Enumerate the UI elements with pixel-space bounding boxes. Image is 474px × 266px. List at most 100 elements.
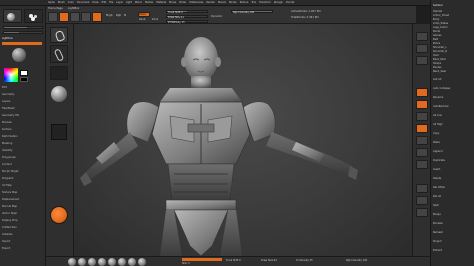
subtool-item[interactable]: Shoulder_R <box>433 50 473 53</box>
subtool-item[interactable]: Legs_Armor <box>433 26 473 29</box>
tab-home[interactable]: Home Page <box>48 7 63 10</box>
zsub-button[interactable]: Zsub <box>139 18 145 21</box>
left-subitem[interactable]: Polypaint <box>2 177 42 180</box>
solo-button[interactable] <box>416 208 428 217</box>
left-subitem[interactable]: Preview <box>2 121 42 124</box>
subtool-action[interactable]: Copy <box>433 132 473 135</box>
tab-lightbox[interactable]: LightBox <box>68 7 79 10</box>
menu-item[interactable]: Transform <box>259 1 271 4</box>
left-subitem[interactable]: Contact <box>2 163 42 166</box>
left-subitem[interactable]: Deformation <box>2 135 42 138</box>
left-subitem[interactable]: Geometry <box>2 93 42 96</box>
subtool-item[interactable]: Belt <box>433 38 473 41</box>
spix-button[interactable] <box>416 44 428 53</box>
mrgb-button[interactable]: Mrgb <box>106 14 113 17</box>
material-sphere-icon[interactable] <box>12 48 26 62</box>
subtool-action[interactable]: Remesh <box>433 231 473 234</box>
subtool-action[interactable]: Del Other <box>433 186 473 189</box>
menu-item[interactable]: Zscript <box>286 1 294 4</box>
brush-damstandard-icon[interactable] <box>98 258 106 266</box>
menu-item[interactable]: Alpha <box>48 1 55 4</box>
menu-item[interactable]: Movie <box>169 1 176 4</box>
menu-item[interactable]: Tool <box>251 1 256 4</box>
transp-button[interactable] <box>416 196 428 205</box>
scale-button[interactable] <box>81 12 91 22</box>
scale-view-button[interactable] <box>416 100 428 109</box>
subtool-action[interactable]: Project <box>433 240 473 243</box>
subtool-item[interactable]: Shoulder_L <box>433 46 473 49</box>
sdiv-indicator[interactable] <box>182 258 222 261</box>
rgb-button[interactable]: Rgb <box>116 14 121 17</box>
left-subitem[interactable]: Export <box>2 247 42 250</box>
scroll-button[interactable] <box>416 56 428 65</box>
brush-smooth-icon[interactable] <box>138 258 146 266</box>
brush-move-icon[interactable] <box>78 258 86 266</box>
brush-hpolish-icon[interactable] <box>108 258 116 266</box>
rotate-button[interactable] <box>92 12 102 22</box>
left-subitem[interactable]: FiberMesh <box>2 107 42 110</box>
left-subitem[interactable]: Masking <box>2 142 42 145</box>
left-subitem[interactable]: Normal Map <box>2 205 42 208</box>
armor-model[interactable] <box>74 24 412 256</box>
subtool-action[interactable]: Split <box>433 204 473 207</box>
draw-button[interactable] <box>59 12 69 22</box>
alpha-thumbnail[interactable] <box>24 9 43 23</box>
subtool-action[interactable]: Delete <box>433 177 473 180</box>
left-subitem[interactable]: Surface <box>2 128 42 131</box>
dynamic-toggle[interactable]: Dynamic <box>211 15 222 18</box>
move-button[interactable] <box>70 12 80 22</box>
left-subitem[interactable]: Display Prop <box>2 219 42 222</box>
left-subitem[interactable]: Unified Skin <box>2 226 42 229</box>
left-subitem[interactable]: Morph Target <box>2 170 42 173</box>
subtool-action[interactable]: Boolean <box>433 222 473 225</box>
draw-size-mini-slider[interactable] <box>3 26 43 29</box>
polyf-button[interactable] <box>416 184 428 193</box>
menu-item[interactable]: Zplugin <box>274 1 283 4</box>
left-subitem[interactable]: UV Map <box>2 184 42 187</box>
z-intensity-slider[interactable]: Z Intensity 25 <box>166 20 208 24</box>
subtool-item[interactable]: Neck_Seal <box>433 70 473 73</box>
menu-item[interactable]: Picker <box>179 1 186 4</box>
left-subitem[interactable]: Vector Displ <box>2 212 42 215</box>
zcut-button[interactable]: Zcut <box>152 18 158 21</box>
menu-item[interactable]: Brush <box>58 1 65 4</box>
frame-button[interactable] <box>416 124 428 133</box>
menu-item[interactable]: Texture <box>240 1 249 4</box>
floor-button[interactable] <box>416 136 428 145</box>
brush-slot-icon[interactable] <box>50 27 68 43</box>
subtool-action[interactable]: List All <box>433 78 473 81</box>
subtool-item[interactable]: Straps <box>433 62 473 65</box>
subtool-action[interactable]: Extract <box>433 249 473 252</box>
brush-standard-icon[interactable] <box>68 258 76 266</box>
main-color-swatch[interactable] <box>20 70 28 76</box>
subtool-header[interactable]: Subtool <box>433 4 473 7</box>
menu-item[interactable]: Preferences <box>189 1 203 4</box>
left-subitem[interactable]: Displacement <box>2 198 42 201</box>
rotate-view-button[interactable] <box>416 112 428 121</box>
xyz-button[interactable] <box>416 160 428 169</box>
menu-item[interactable]: Macro <box>135 1 142 4</box>
subtool-action[interactable]: Del All <box>433 195 473 198</box>
subtool-item[interactable]: Boots <box>433 30 473 33</box>
brush-claybuildup-icon[interactable] <box>88 258 96 266</box>
local-button[interactable] <box>416 148 428 157</box>
alpha-slot-icon[interactable] <box>50 66 68 80</box>
brush-thumbnail[interactable] <box>3 9 22 23</box>
3d-viewport[interactable] <box>74 24 412 256</box>
lightbox-header[interactable]: Lightbox <box>2 37 42 40</box>
subtool-item[interactable]: Armor_Chest <box>433 14 473 17</box>
subtool-item[interactable]: Body <box>433 18 473 21</box>
left-subitem[interactable]: Texture Map <box>2 191 42 194</box>
color-picker[interactable] <box>4 68 18 82</box>
brush-pinch-icon[interactable] <box>128 258 136 266</box>
subtool-action[interactable]: Merge <box>433 213 473 216</box>
subtool-item[interactable]: Helmet <box>433 10 473 13</box>
subtool-action[interactable]: All High <box>433 123 473 126</box>
subtool-action[interactable]: Rename <box>433 96 473 99</box>
stroke-slot-icon[interactable] <box>50 45 68 63</box>
menu-item[interactable]: Edit <box>102 1 107 4</box>
menu-item[interactable]: Document <box>77 1 89 4</box>
active-brush-bar[interactable] <box>2 42 42 45</box>
subtool-action[interactable]: Insert <box>433 168 473 171</box>
menu-item[interactable]: Marker <box>145 1 153 4</box>
